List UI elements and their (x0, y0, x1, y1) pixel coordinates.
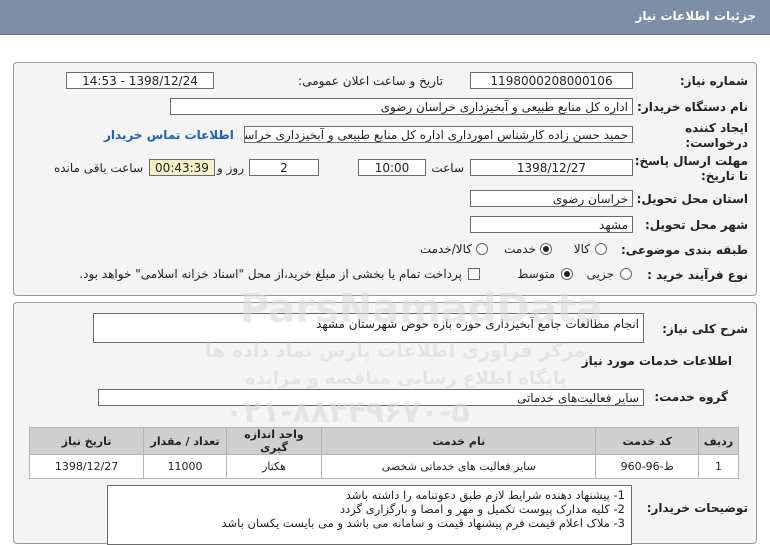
services-table-header: ردیف کد خدمت نام خدمت واحد اندازه گیری ت… (28, 427, 739, 455)
city-label: شهر محل تحویل: (644, 218, 748, 232)
col-code-header: کد خدمت (595, 427, 699, 455)
process-minor-radio[interactable] (620, 268, 632, 280)
col-unit-header: واحد اندازه گیری (225, 427, 323, 455)
announce-datetime-field[interactable]: 1398/12/24 - 14:53 (66, 72, 214, 89)
requester-label: ایجاد کننده (685, 121, 748, 135)
province-label: استان محل تحویل: (636, 192, 748, 206)
need-date-cell: 1398/12/27 (28, 454, 145, 479)
category-goods-service-label: کالا/خدمت (419, 242, 472, 256)
page-title: جزئیات اطلاعات نیاز (635, 9, 756, 23)
table-row[interactable]: 1 ط-96-960 سایر فعالیت های خدماتی شخصی ه… (28, 454, 739, 479)
need-number-field[interactable]: 1198000208000106 (470, 72, 633, 89)
treasury-payment-checkbox[interactable] (468, 268, 480, 280)
col-date-header: تاریخ نیاز (28, 427, 145, 455)
category-service-radio[interactable] (540, 243, 552, 255)
category-goods-label: کالا (573, 242, 590, 256)
buyer-notes-box[interactable]: 1- پیشنهاد دهنده شرایط لازم طبق دعوتنامه… (107, 485, 632, 545)
buyer-field[interactable]: اداره کل منابع طبیعی و آبخیزداری خراسان … (170, 98, 633, 115)
buyer-note-line: 1- پیشنهاد دهنده شرایط لازم طبق دعوتنامه… (345, 488, 625, 502)
requester-field[interactable]: حمید حسن زاده کارشناس امورداری اداره کل … (244, 126, 633, 143)
category-service-label: خدمت (504, 242, 536, 256)
col-qty-header: تعداد / مقدار (143, 427, 227, 455)
service-code-cell: ط-96-960 (595, 454, 699, 479)
col-name-header: نام خدمت (321, 427, 597, 455)
need-number-label: شماره نیاز: (679, 74, 748, 88)
process-medium-radio[interactable] (561, 268, 573, 280)
buyer-label: نام دستگاه خریدار: (637, 100, 748, 114)
summary-label: شرح کلی نیاز: (662, 322, 748, 336)
unit-cell: هکتار (225, 454, 323, 479)
services-section-title: اطلاعات خدمات مورد نیاز (581, 354, 732, 368)
deadline-time-field[interactable]: 10:00 (358, 159, 426, 176)
deadline-date-field[interactable]: 1398/12/27 (470, 159, 633, 176)
col-row-header: ردیف (698, 427, 739, 455)
service-name-cell: سایر فعالیت های خدماتی شخصی (321, 454, 597, 479)
category-label: طبقه بندی موضوعی: (620, 243, 748, 257)
summary-field[interactable]: انجام مطالعات جامع آبخیزداری حوزه بازه ح… (93, 313, 644, 343)
header-bar: جزئیات اطلاعات نیاز (0, 0, 770, 35)
row-index-cell: 1 (698, 454, 739, 479)
process-label: نوع فرآیند خرید : (647, 268, 748, 282)
service-group-field[interactable]: سایر فعالیت‌های خدماتی (98, 389, 644, 406)
announce-label: تاریخ و ساعت اعلان عمومی: (298, 74, 443, 88)
service-group-label: گروه خدمت: (654, 390, 728, 404)
process-medium-label: متوسط (517, 267, 555, 281)
treasury-payment-note: پرداخت تمام یا بخشی از مبلغ خرید،از محل … (79, 267, 462, 281)
deadline-label-2: تا تاریخ: (700, 169, 748, 183)
buyer-note-line: 3- ملاک اعلام قیمت فرم پیشنهاد قیمت و سا… (221, 516, 625, 530)
buyer-note-line: 2- کلیه مدارک پیوست تکمیل و مهر و امضا و… (340, 502, 625, 516)
deadline-time-label: ساعت (431, 161, 464, 175)
time-remaining-field: 00:43:39 (149, 159, 215, 176)
requester-label-2: درخواست: (685, 136, 748, 150)
days-label: روز و (217, 161, 244, 175)
process-minor-label: جزیی (586, 267, 614, 281)
services-table: ردیف کد خدمت نام خدمت واحد اندازه گیری ت… (28, 427, 739, 479)
quantity-cell: 11000 (143, 454, 227, 479)
days-remaining-field: 2 (249, 159, 319, 176)
buyer-notes-label: توضیحات خریدار: (646, 501, 748, 515)
deadline-label: مهلت ارسال پاسخ: (634, 154, 748, 168)
city-field[interactable]: مشهد (470, 216, 633, 233)
category-goods-service-radio[interactable] (476, 243, 488, 255)
time-remaining-label: ساعت باقی مانده (53, 161, 143, 175)
province-field[interactable]: خراسان رضوی (470, 190, 633, 207)
summary-text: انجام مطالعات جامع آبخیزداری حوزه بازه ح… (316, 317, 639, 331)
category-goods-radio[interactable] (595, 243, 607, 255)
buyer-contact-link[interactable]: اطلاعات تماس خریدار (104, 128, 234, 142)
